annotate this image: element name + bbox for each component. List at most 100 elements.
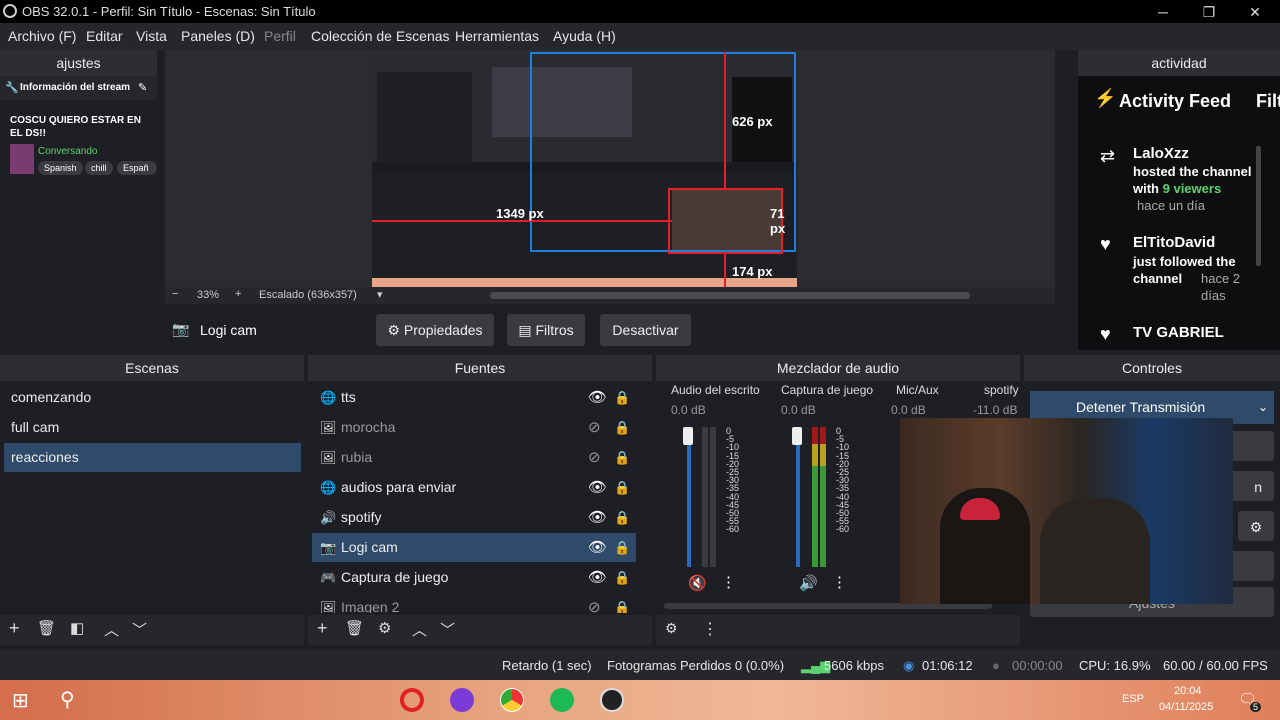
zoom-out-button[interactable]: −: [172, 288, 178, 300]
scenes-toolbar: + 🗑 ◧ ︿ ﹀: [0, 615, 304, 645]
language-indicator[interactable]: ESP: [1122, 693, 1144, 705]
scenes-panel: Escenas comenzando full cam reacciones +…: [0, 355, 304, 645]
event-user: TV GABRIEL: [1133, 324, 1224, 341]
add-scene-button[interactable]: +: [9, 618, 20, 639]
volume-slider[interactable]: [796, 427, 800, 567]
move-up-button[interactable]: ︿: [104, 619, 119, 640]
obs-logo-icon: [3, 4, 17, 18]
channel-menu-button[interactable]: ⋮: [832, 573, 847, 591]
restore-button[interactable]: ❐: [1186, 1, 1232, 23]
source-item[interactable]: 🖼 Imagen 2 ⊘ 🔒: [312, 593, 636, 613]
search-icon[interactable]: ⚲: [60, 687, 75, 712]
heart-icon: ♥: [1100, 324, 1111, 344]
host-icon: ⇄: [1100, 146, 1116, 166]
mixer-settings-icon[interactable]: ⚙: [665, 620, 678, 637]
source-item[interactable]: 🎮 Captura de juego 👁 🔒: [312, 563, 636, 592]
camera-icon: 📷: [320, 540, 337, 555]
lock-icon[interactable]: 🔒: [614, 443, 630, 472]
preview-area[interactable]: 1349 px 71 px 626 px 174 px − 33% + Esca…: [165, 50, 1055, 304]
source-settings-button[interactable]: ⚙: [378, 619, 391, 637]
muted-speaker-icon[interactable]: 🔇: [688, 574, 707, 592]
lock-icon[interactable]: 🔒: [614, 473, 630, 502]
eye-icon[interactable]: 👁: [588, 503, 607, 532]
scene-item[interactable]: reacciones: [4, 443, 301, 472]
scene-filters-button[interactable]: ◧: [70, 619, 84, 637]
eye-icon[interactable]: 👁: [588, 473, 607, 502]
source-item[interactable]: 🌐 audios para enviar 👁 🔒: [312, 473, 636, 502]
lock-icon[interactable]: 🔒: [614, 563, 630, 592]
eye-icon[interactable]: 👁: [588, 533, 607, 562]
source-item[interactable]: 📷 Logi cam 👁 🔒: [312, 533, 636, 562]
filters-button[interactable]: ▤ Filtros: [507, 314, 585, 346]
menu-ayuda[interactable]: Ayuda (H): [553, 28, 616, 44]
mixer-menu-button[interactable]: ⋮: [702, 619, 718, 639]
windows-start-icon[interactable]: ⊞: [12, 688, 29, 713]
lock-icon[interactable]: 🔒: [614, 533, 630, 562]
chevron-down-icon[interactable]: ▾: [377, 288, 383, 301]
dim-label-top: 626 px: [732, 114, 773, 129]
remove-scene-button[interactable]: 🗑: [37, 619, 56, 637]
source-item[interactable]: 🌐 tts 👁 🔒: [312, 383, 636, 412]
edit-icon[interactable]: ✎: [138, 81, 147, 94]
spotify-icon[interactable]: [550, 688, 574, 712]
menu-vista[interactable]: Vista: [136, 28, 167, 44]
scene-item[interactable]: full cam: [4, 413, 301, 442]
source-item[interactable]: 🔊 spotify 👁 🔒: [312, 503, 636, 532]
eye-hidden-icon[interactable]: ⊘: [588, 443, 601, 472]
clock-time[interactable]: 20:04: [1174, 685, 1202, 697]
feed-scrollbar[interactable]: [1256, 146, 1261, 266]
gear-icon[interactable]: ⚙: [1238, 511, 1274, 541]
chrome-icon[interactable]: [500, 688, 524, 712]
chevron-down-icon[interactable]: ⌄: [1258, 391, 1268, 424]
move-up-button[interactable]: ︿: [412, 619, 427, 640]
eye-hidden-icon[interactable]: ⊘: [588, 593, 601, 613]
add-source-button[interactable]: +: [317, 618, 328, 639]
source-item[interactable]: 🖼 morocha ⊘ 🔒: [312, 413, 636, 442]
close-button[interactable]: ✕: [1232, 1, 1278, 23]
actividad-dock: actividad ⚡ Activity Feed Filt ⇄ LaloXzz…: [1078, 50, 1280, 350]
lock-icon[interactable]: 🔒: [614, 413, 630, 442]
move-down-button[interactable]: ﹀: [440, 619, 455, 640]
menu-paneles[interactable]: Paneles (D): [181, 28, 255, 44]
scene-item[interactable]: comenzando: [4, 383, 301, 412]
canvas-preview[interactable]: 1349 px 71 px 626 px 174 px: [372, 52, 797, 288]
selected-source-name: Logi cam: [200, 322, 257, 338]
eye-icon[interactable]: 👁: [588, 383, 607, 412]
volume-handle[interactable]: [792, 427, 802, 445]
move-down-button[interactable]: ﹀: [132, 619, 147, 640]
menu-editar[interactable]: Editar: [86, 28, 123, 44]
lock-icon[interactable]: 🔒: [614, 383, 630, 412]
tag: Españ: [117, 161, 157, 175]
clock-date[interactable]: 04/11/2025: [1159, 701, 1213, 713]
lock-icon[interactable]: 🔒: [614, 593, 630, 613]
tag: chill: [85, 161, 113, 175]
discord-icon[interactable]: [450, 688, 474, 712]
menu-coleccion-escenas[interactable]: Colección de Escenas: [311, 28, 450, 44]
volume-slider[interactable]: [687, 427, 691, 567]
eye-hidden-icon[interactable]: ⊘: [588, 413, 601, 442]
horizontal-scrollbar[interactable]: [490, 292, 970, 299]
eye-icon[interactable]: 👁: [588, 563, 607, 592]
lock-icon[interactable]: 🔒: [614, 503, 630, 532]
stream-icon: ◉: [903, 658, 915, 673]
channel-name: spotify: [984, 383, 1019, 397]
zoom-in-button[interactable]: +: [235, 288, 241, 300]
menu-archivo[interactable]: Archivo (F): [8, 28, 76, 44]
ajustes-dock: ajustes 🔧 Información del stream ✎ COSCU…: [0, 50, 157, 350]
speaker-icon[interactable]: 🔊: [799, 574, 818, 592]
remove-source-button[interactable]: 🗑: [345, 619, 364, 637]
opera-icon[interactable]: [400, 688, 424, 712]
source-item[interactable]: 🖼 rubia ⊘ 🔒: [312, 443, 636, 472]
properties-button[interactable]: ⚙ Propiedades: [376, 314, 494, 346]
menu-herramientas[interactable]: Herramientas: [455, 28, 539, 44]
filter-button[interactable]: Filt: [1256, 91, 1280, 112]
menu-perfil[interactable]: Perfil: [264, 28, 296, 44]
deactivate-button[interactable]: Desactivar: [600, 314, 691, 346]
title-bar: OBS 32.0.1 - Perfil: Sin Título - Escena…: [0, 0, 1280, 23]
globe-icon: 🌐: [320, 480, 337, 495]
mixer-toolbar: ⚙ ⋮: [656, 615, 1020, 645]
channel-menu-button[interactable]: ⋮: [721, 573, 736, 591]
volume-handle[interactable]: [683, 427, 693, 445]
obs-taskbar-icon[interactable]: [600, 688, 624, 712]
minimize-button[interactable]: ─: [1140, 1, 1186, 23]
